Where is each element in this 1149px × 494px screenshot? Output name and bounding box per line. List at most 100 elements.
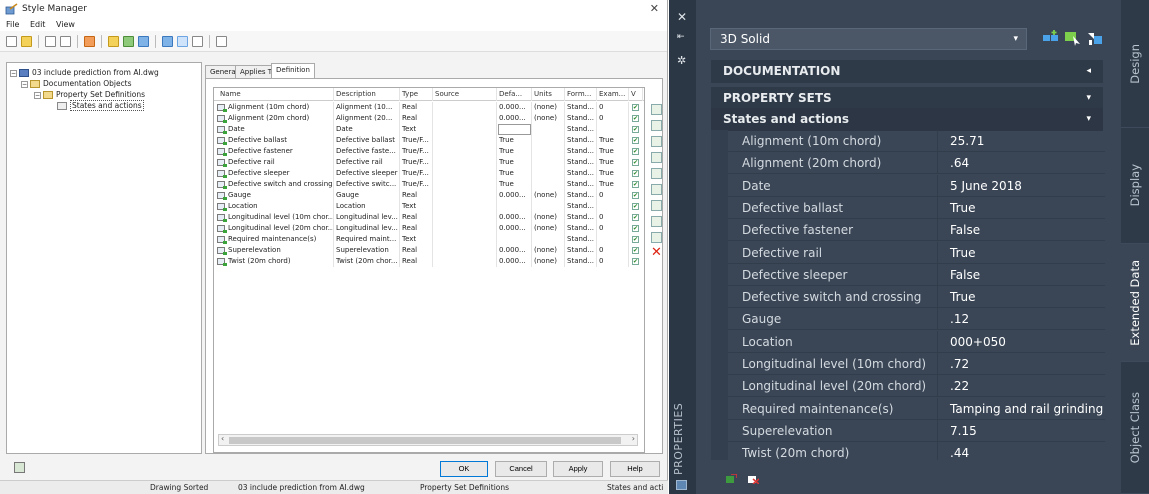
cell-example[interactable] bbox=[597, 201, 629, 212]
cell-description[interactable]: Twist (20m chor... bbox=[334, 256, 400, 267]
cell-name[interactable]: Defective sleeper bbox=[226, 168, 334, 179]
cell-type[interactable]: True/F... bbox=[400, 135, 433, 146]
table-row[interactable]: Location Location Text Stand... ✔ bbox=[214, 201, 644, 212]
property-row[interactable]: Longitudinal level (20m chord) .22 bbox=[728, 375, 1105, 398]
cell-source[interactable] bbox=[433, 256, 497, 267]
property-row[interactable]: Alignment (20m chord) .64 bbox=[728, 152, 1105, 175]
property-row[interactable]: Required maintenance(s) Tamping and rail … bbox=[728, 397, 1105, 420]
style-manager-help-icon[interactable] bbox=[14, 462, 25, 473]
cell-type[interactable]: Real bbox=[400, 212, 433, 223]
open-drawing-icon[interactable] bbox=[21, 35, 32, 47]
cell-name[interactable]: Defective switch and crossing bbox=[226, 179, 334, 190]
column-header-type[interactable]: Type bbox=[400, 88, 433, 101]
property-value[interactable]: 7.15 bbox=[950, 420, 977, 442]
cell-example[interactable]: 0 bbox=[597, 190, 629, 201]
table-row[interactable]: Twist (20m chord) Twist (20m chor... Real 0… bbox=[214, 256, 644, 267]
help-icon[interactable] bbox=[216, 35, 227, 47]
visible-checkbox[interactable]: ✔ bbox=[632, 170, 639, 177]
cell-type[interactable]: Text bbox=[400, 201, 433, 212]
visible-checkbox[interactable]: ✔ bbox=[632, 214, 639, 221]
table-row[interactable]: Longitudinal level (10m chor... Longitudi… bbox=[214, 212, 644, 223]
property-value[interactable]: 000+050 bbox=[950, 331, 1006, 353]
tab-design[interactable]: Design bbox=[1121, 0, 1149, 128]
cell-default[interactable]: 0.000... bbox=[497, 113, 532, 124]
cell-type[interactable]: Real bbox=[400, 102, 433, 113]
cell-name[interactable]: Defective fastener bbox=[226, 146, 334, 157]
scroll-right-icon[interactable]: › bbox=[632, 434, 635, 443]
property-row[interactable]: Twist (20m chord) .44 bbox=[728, 442, 1105, 460]
visible-checkbox[interactable]: ✔ bbox=[632, 137, 639, 144]
cell-name[interactable]: Twist (20m chord) bbox=[226, 256, 334, 267]
cell-units[interactable]: (none) bbox=[532, 245, 565, 256]
cell-type[interactable]: Text bbox=[400, 124, 433, 135]
property-value[interactable]: .22 bbox=[950, 375, 969, 397]
delete-property-icon[interactable]: ✕ bbox=[651, 246, 662, 259]
add-material-property-icon[interactable] bbox=[651, 184, 662, 195]
cell-units[interactable]: (none) bbox=[532, 212, 565, 223]
cell-format[interactable]: Stand... bbox=[565, 234, 597, 245]
property-row[interactable]: Alignment (10m chord) 25.71 bbox=[728, 130, 1105, 152]
table-row[interactable]: Alignment (20m chord) Alignment (20... Rea… bbox=[214, 113, 644, 124]
cell-example[interactable] bbox=[597, 234, 629, 245]
table-row[interactable]: Defective fastener Defective faste... True… bbox=[214, 146, 644, 157]
cell-default[interactable]: True bbox=[497, 179, 532, 190]
visible-checkbox[interactable]: ✔ bbox=[632, 225, 639, 232]
cell-format[interactable]: Stand... bbox=[565, 102, 597, 113]
cell-source[interactable] bbox=[433, 102, 497, 113]
cell-type[interactable]: Real bbox=[400, 113, 433, 124]
toggle-view-icon[interactable] bbox=[177, 35, 188, 47]
section-states-and-actions[interactable]: States and actions ▾ bbox=[711, 108, 1103, 131]
paste-icon[interactable] bbox=[60, 35, 71, 47]
property-row[interactable]: Defective switch and crossing True bbox=[728, 286, 1105, 309]
chevron-down-icon[interactable]: ▾ bbox=[1013, 29, 1018, 49]
property-value[interactable]: .64 bbox=[950, 152, 969, 174]
property-row[interactable]: Defective rail True bbox=[728, 241, 1105, 264]
cell-description[interactable]: Alignment (20... bbox=[334, 113, 400, 124]
cell-example[interactable]: 0 bbox=[597, 223, 629, 234]
add-classification-property-icon[interactable] bbox=[651, 168, 662, 179]
visible-checkbox[interactable]: ✔ bbox=[632, 247, 639, 254]
cell-description[interactable]: Superelevation bbox=[334, 245, 400, 256]
cell-format[interactable]: Stand... bbox=[565, 190, 597, 201]
collapse-icon[interactable]: − bbox=[10, 69, 17, 77]
visible-checkbox[interactable]: ✔ bbox=[632, 148, 639, 155]
visible-checkbox[interactable]: ✔ bbox=[632, 159, 639, 166]
table-row[interactable]: Defective ballast Defective ballast True/F… bbox=[214, 135, 644, 146]
table-row[interactable]: Gauge Gauge Real 0.000... (none) Stand... 0 ✔ bbox=[214, 190, 644, 201]
cell-format[interactable]: Stand... bbox=[565, 201, 597, 212]
cell-default[interactable]: True bbox=[497, 146, 532, 157]
chevron-down-icon[interactable]: ▾ bbox=[1086, 108, 1091, 131]
cell-description[interactable]: Location bbox=[334, 201, 400, 212]
cell-example[interactable]: 0 bbox=[597, 212, 629, 223]
cell-example[interactable]: 0 bbox=[597, 256, 629, 267]
menu-edit[interactable]: Edit bbox=[30, 20, 46, 29]
cell-units[interactable] bbox=[532, 157, 565, 168]
add-graphic-property-icon[interactable] bbox=[651, 200, 662, 211]
cell-default[interactable]: 0.000... bbox=[497, 190, 532, 201]
cell-format[interactable]: Stand... bbox=[565, 157, 597, 168]
scroll-left-icon[interactable]: ‹ bbox=[221, 434, 224, 443]
cell-example[interactable]: 0 bbox=[597, 102, 629, 113]
cell-example[interactable]: 0 bbox=[597, 245, 629, 256]
cell-type[interactable]: True/F... bbox=[400, 146, 433, 157]
cell-description[interactable]: Longitudinal lev... bbox=[334, 212, 400, 223]
browse-icon[interactable] bbox=[138, 35, 149, 47]
cell-example[interactable]: True bbox=[597, 146, 629, 157]
cell-units[interactable]: (none) bbox=[532, 223, 565, 234]
add-formula-property-icon[interactable] bbox=[651, 136, 662, 147]
cell-source[interactable] bbox=[433, 234, 497, 245]
cell-name[interactable]: Location bbox=[226, 201, 334, 212]
property-row[interactable]: Superelevation 7.15 bbox=[728, 419, 1105, 442]
property-value[interactable]: 25.71 bbox=[950, 130, 984, 152]
cell-units[interactable] bbox=[532, 124, 565, 135]
default-value-editor[interactable] bbox=[498, 124, 531, 135]
tree-item-property-set-definitions[interactable]: − Property Set Definitions bbox=[34, 89, 145, 100]
cell-units[interactable] bbox=[532, 234, 565, 245]
cell-default[interactable]: 0.000... bbox=[497, 102, 532, 113]
copy-icon[interactable] bbox=[45, 35, 56, 47]
cell-format[interactable]: Stand... bbox=[565, 146, 597, 157]
cell-name[interactable]: Longitudinal level (10m chor... bbox=[226, 212, 334, 223]
table-row[interactable]: Date Date Text Stand... ✔ bbox=[214, 124, 644, 135]
cell-default[interactable]: True bbox=[497, 135, 532, 146]
tree-item-states-and-actions[interactable]: States and actions bbox=[57, 100, 144, 111]
